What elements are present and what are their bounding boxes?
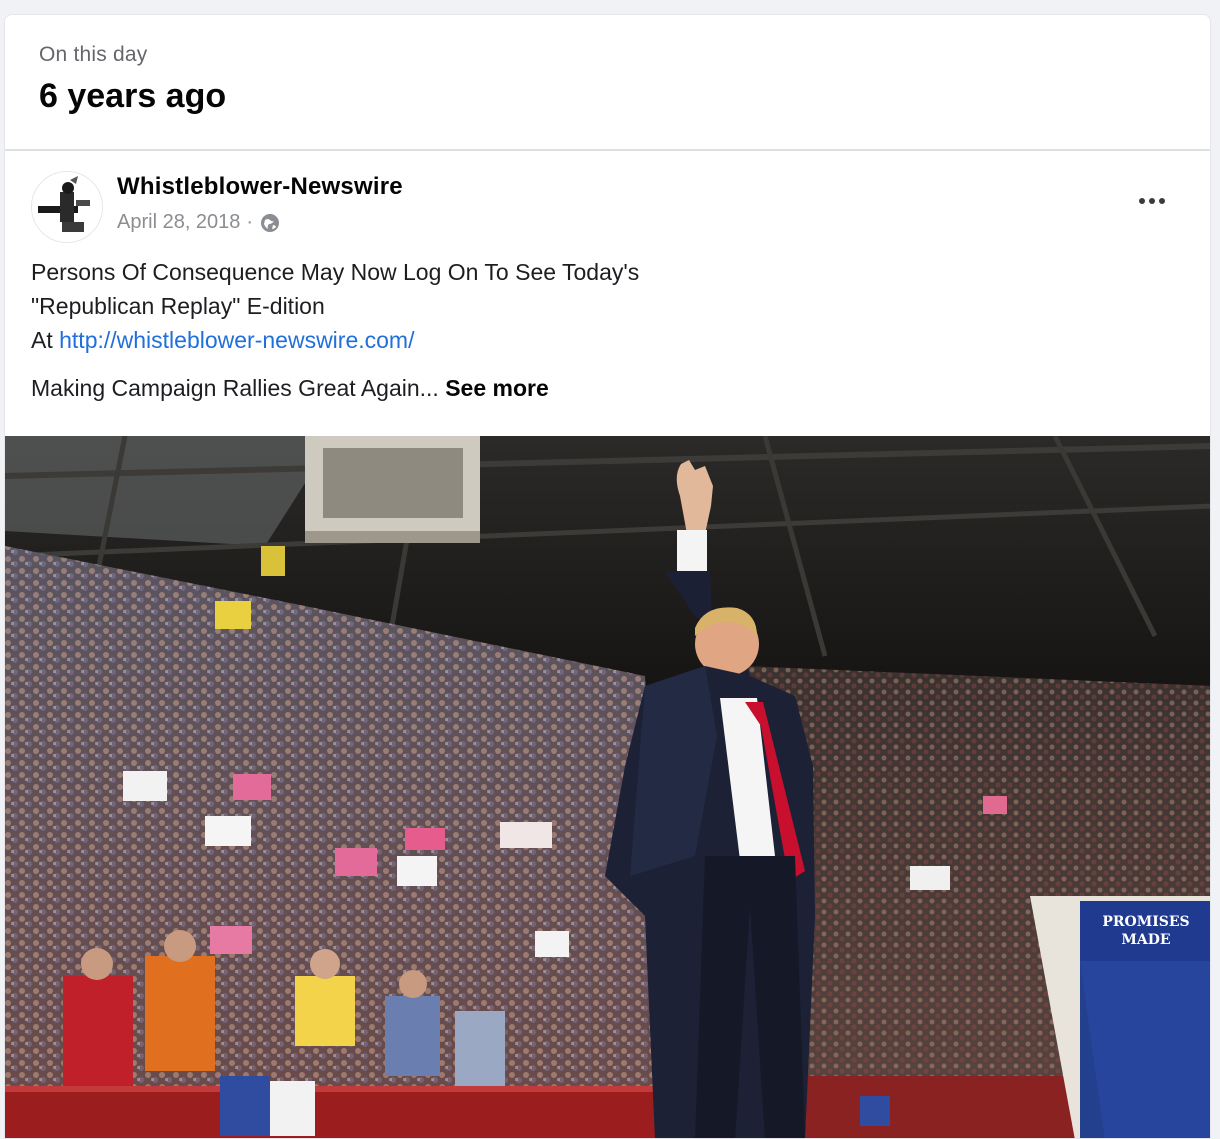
more-options-dot — [1149, 198, 1155, 204]
post-photo[interactable]: PROMISES MADE — [5, 436, 1210, 1138]
globe-icon — [261, 213, 280, 232]
memory-header: On this day 6 years ago — [5, 15, 1210, 151]
post-text: Persons Of Consequence May Now Log On To… — [5, 251, 1210, 405]
post-link[interactable]: http://whistleblower-newswire.com/ — [59, 327, 414, 353]
author-name[interactable]: Whistleblower-Newswire — [117, 173, 403, 201]
link-prefix: At — [31, 327, 60, 353]
avatar-logo-icon — [32, 172, 102, 242]
post-header: Whistleblower-Newswire April 28, 2018 · — [5, 151, 1210, 251]
more-options-button[interactable] — [1132, 187, 1172, 215]
memory-title: 6 years ago — [39, 77, 227, 115]
post-meta: April 28, 2018 · — [117, 211, 281, 234]
post-date[interactable]: April 28, 2018 — [117, 211, 240, 234]
promises-sign — [1080, 901, 1210, 961]
post-text-line: Making Campaign Rallies Great Again... S… — [31, 371, 1184, 405]
post-text-excerpt: Making Campaign Rallies Great Again... — [31, 375, 439, 401]
avatar[interactable] — [31, 171, 103, 243]
more-options-dot — [1159, 198, 1165, 204]
memory-kicker: On this day — [39, 43, 148, 66]
rally-photo: PROMISES MADE — [5, 436, 1210, 1138]
meta-separator: · — [246, 211, 254, 233]
post-text-line: At http://whistleblower-newswire.com/ — [31, 323, 1184, 357]
memory-card: On this day 6 years ago Whistleblower-Ne… — [4, 14, 1211, 1139]
post-text-line: "Republican Replay" E-dition — [31, 293, 325, 319]
see-more-link[interactable]: See more — [445, 375, 549, 401]
more-options-icon — [1139, 198, 1145, 204]
post-text-line: Persons Of Consequence May Now Log On To… — [31, 259, 640, 285]
